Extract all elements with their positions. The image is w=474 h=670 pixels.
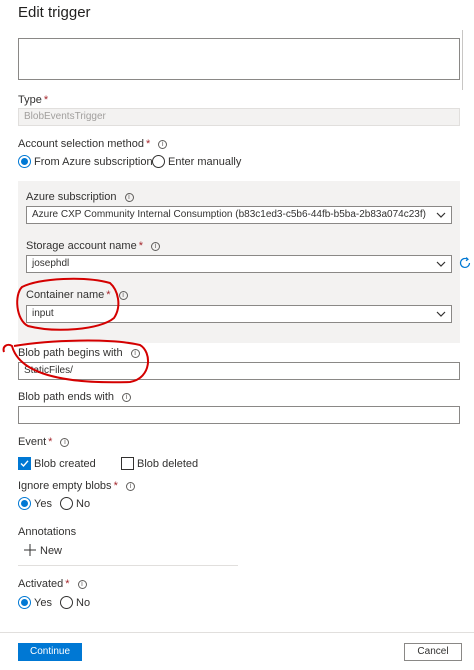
annotations-divider (18, 565, 238, 566)
azure-subscription-label: Azure subscription i (26, 191, 134, 203)
blob-ends-label: Blob path ends with i (18, 391, 132, 403)
storage-account-dropdown[interactable]: josephdl (26, 255, 452, 273)
checkbox-unchecked-icon[interactable] (121, 457, 134, 470)
azure-subscription-dropdown[interactable]: Azure CXP Community Internal Consumption… (26, 206, 452, 224)
container-name-label: Container name * i (26, 289, 128, 301)
info-icon[interactable]: i (122, 393, 132, 402)
page-title: Edit trigger (18, 4, 91, 21)
description-textarea[interactable] (18, 38, 460, 80)
checkbox-blob-created[interactable]: Blob created (18, 457, 96, 470)
refresh-icon[interactable] (458, 256, 472, 270)
type-field: BlobEventsTrigger (18, 108, 460, 126)
info-icon[interactable]: i (125, 482, 135, 491)
event-label: Event * i (18, 436, 70, 448)
checkbox-checked-icon[interactable] (18, 457, 31, 470)
continue-button[interactable]: Continue (18, 643, 82, 661)
chevron-down-icon (436, 311, 446, 317)
info-icon[interactable]: i (124, 193, 134, 202)
radio-selected-icon[interactable] (18, 596, 31, 609)
info-icon[interactable]: i (118, 291, 128, 300)
chevron-down-icon (436, 261, 446, 267)
annotations-label: Annotations (18, 526, 77, 538)
blob-begins-input[interactable]: StaticFiles/ (18, 362, 460, 380)
info-icon[interactable]: i (130, 349, 140, 358)
radio-ignore-no[interactable]: No (60, 497, 90, 510)
info-icon[interactable]: i (150, 242, 160, 251)
radio-unselected-icon[interactable] (152, 155, 165, 168)
new-annotation-button[interactable]: New (24, 544, 62, 557)
radio-unselected-icon[interactable] (60, 497, 73, 510)
chevron-down-icon (436, 212, 446, 218)
info-icon[interactable]: i (60, 438, 70, 447)
ignore-empty-label: Ignore empty blobs * i (18, 480, 135, 492)
info-icon[interactable]: i (77, 580, 87, 589)
plus-icon (24, 544, 36, 556)
blob-begins-label: Blob path begins with i (18, 347, 140, 359)
type-label: Type * (18, 94, 49, 106)
radio-selected-icon[interactable] (18, 497, 31, 510)
info-icon[interactable]: i (158, 140, 168, 149)
radio-activated-no[interactable]: No (60, 596, 90, 609)
radio-selected-icon[interactable] (18, 155, 31, 168)
radio-activated-yes[interactable]: Yes (18, 596, 52, 609)
account-selection-label: Account selection method * i (18, 138, 168, 150)
blob-ends-input[interactable] (18, 406, 460, 424)
radio-unselected-icon[interactable] (60, 596, 73, 609)
storage-account-label: Storage account name * i (26, 240, 160, 252)
scrollbar[interactable] (462, 30, 463, 90)
radio-enter-manually[interactable]: Enter manually (152, 155, 241, 168)
activated-label: Activated * i (18, 578, 87, 590)
radio-ignore-yes[interactable]: Yes (18, 497, 52, 510)
radio-from-azure[interactable]: From Azure subscription (18, 155, 153, 168)
footer-divider (0, 632, 474, 633)
container-name-dropdown[interactable]: input (26, 305, 452, 323)
cancel-button[interactable]: Cancel (404, 643, 462, 661)
checkbox-blob-deleted[interactable]: Blob deleted (121, 457, 198, 470)
